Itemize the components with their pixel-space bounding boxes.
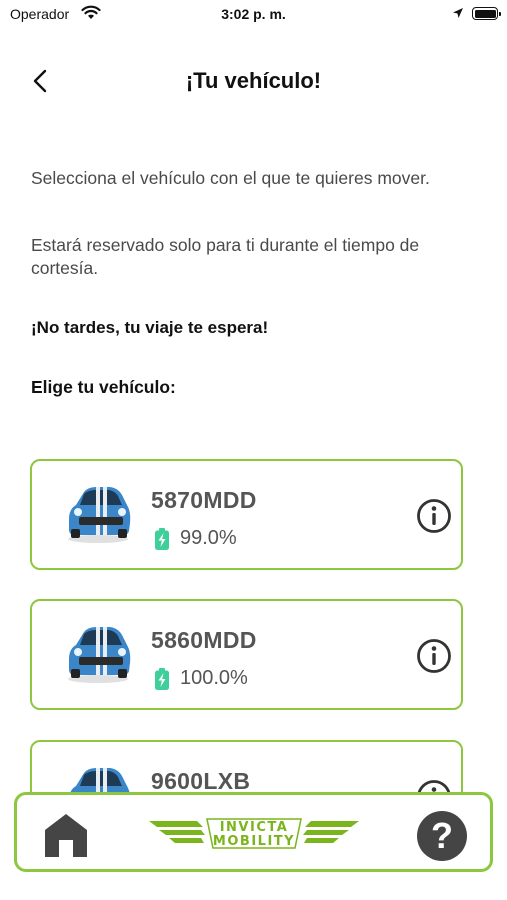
vehicle-plate: 5870MDD <box>151 487 257 513</box>
help-button[interactable]: ? <box>417 811 467 861</box>
logo-line-2: MOBILITY <box>213 834 295 849</box>
warning-text: ¡No tardes, tu viaje te espera! <box>31 318 269 337</box>
battery-charging-icon <box>155 527 169 550</box>
vehicle-plate: 9600LXB <box>151 768 251 794</box>
clock: 3:02 p. m. <box>221 6 286 22</box>
charge-row: 99.0% <box>155 527 237 550</box>
charge-row: 100.0% <box>155 667 248 690</box>
invicta-mobility-logo: INVICTA MOBILITY <box>149 818 359 849</box>
reservation-text: Estará reservado solo para ti durante el… <box>31 235 420 278</box>
home-icon[interactable] <box>42 811 90 859</box>
status-bar: Operador 3:02 p. m. <box>0 0 507 30</box>
info-icon[interactable] <box>416 498 452 534</box>
question-mark-icon: ? <box>431 815 453 856</box>
battery-icon <box>472 7 501 20</box>
charge-value: 100.0% <box>180 667 248 689</box>
battery-charging-icon <box>155 667 169 690</box>
vehicle-card[interactable]: 5870MDD 99.0% <box>30 459 463 570</box>
choose-vehicle-label: Elige tu vehículo: <box>31 377 176 397</box>
car-image <box>68 627 131 683</box>
intro-text: Selecciona el vehículo con el que te qui… <box>31 168 430 188</box>
info-icon[interactable] <box>416 638 452 674</box>
car-image <box>68 487 131 543</box>
location-arrow-icon <box>453 8 463 18</box>
vehicle-card[interactable]: 5860MDD 100.0% <box>30 599 463 710</box>
charge-value: 99.0% <box>180 527 237 549</box>
page-title: ¡Tu vehículo! <box>185 68 322 93</box>
logo-line-1: INVICTA <box>220 820 289 835</box>
vehicle-plate: 5860MDD <box>151 627 257 653</box>
bottom-nav: INVICTA MOBILITY ? <box>14 792 493 872</box>
